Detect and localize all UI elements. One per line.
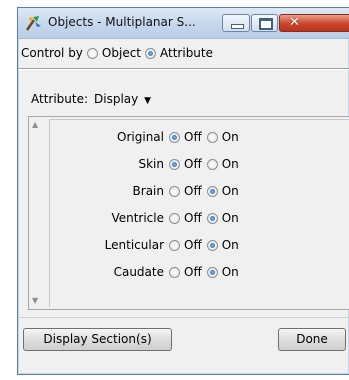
on-label[interactable]: On (222, 130, 239, 144)
radio-on[interactable] (206, 158, 218, 170)
object-name: Skin (138, 157, 164, 171)
objects-list: Original Off On Skin Off On Brain Off On… (49, 119, 349, 307)
objects-panel: ▲ ▼ Original Off On Skin Off On Brain Of… (28, 116, 349, 310)
off-label[interactable]: Off (184, 130, 202, 144)
object-row-ventricle: Ventricle Off On (50, 207, 349, 229)
radio-on[interactable] (206, 239, 218, 251)
object-row-skin: Skin Off On (50, 153, 349, 175)
object-row-lenticular: Lenticular Off On (50, 234, 349, 256)
minimize-button[interactable] (222, 14, 250, 32)
scroll-up-arrow-icon[interactable]: ▲ (32, 120, 38, 129)
radio-off[interactable] (169, 266, 180, 278)
radio-off[interactable] (169, 131, 180, 143)
on-label[interactable]: On (222, 211, 239, 225)
control-by-label: Control by (21, 46, 83, 60)
radio-attribute[interactable] (145, 47, 157, 59)
off-label[interactable]: Off (184, 184, 202, 198)
divider (18, 68, 349, 70)
radio-off[interactable] (169, 158, 180, 170)
scrollbar[interactable]: ▲ ▼ (29, 117, 47, 309)
attribute-value[interactable]: Display (94, 92, 138, 106)
radio-on[interactable] (206, 266, 218, 278)
attribute-row: Attribute: Display ▼ (31, 92, 151, 106)
attribute-dropdown[interactable]: Display ▼ (94, 92, 151, 106)
object-name: Lenticular (104, 238, 164, 252)
radio-off[interactable] (169, 212, 180, 224)
done-button[interactable]: Done (278, 328, 346, 351)
object-row-original: Original Off On (50, 126, 349, 148)
off-label[interactable]: Off (184, 211, 202, 225)
display-sections-button[interactable]: Display Section(s) (23, 328, 172, 351)
radio-on[interactable] (206, 131, 218, 143)
off-label[interactable]: Off (184, 265, 202, 279)
radio-on[interactable] (206, 212, 218, 224)
dropdown-arrow-icon[interactable]: ▼ (144, 96, 151, 106)
divider (18, 317, 349, 318)
off-label[interactable]: Off (184, 157, 202, 171)
object-row-brain: Brain Off On (50, 180, 349, 202)
off-label[interactable]: Off (184, 238, 202, 252)
radio-on[interactable] (206, 185, 218, 197)
maximize-button[interactable] (251, 14, 278, 32)
tool-icon (25, 16, 41, 31)
close-icon: ✕ (289, 15, 300, 30)
object-name: Brain (132, 184, 164, 198)
object-name: Ventricle (111, 211, 164, 225)
radio-off[interactable] (169, 239, 180, 251)
on-label[interactable]: On (222, 157, 239, 171)
on-label[interactable]: On (222, 184, 239, 198)
window-title: Objects - Multiplanar S... (48, 15, 196, 29)
scroll-down-arrow-icon[interactable]: ▼ (32, 296, 38, 305)
attribute-label: Attribute: (31, 92, 89, 106)
radio-attribute-label[interactable]: Attribute (160, 46, 213, 60)
radio-object-label[interactable]: Object (102, 46, 141, 60)
close-button[interactable]: ✕ (279, 14, 349, 32)
control-by-row: Control by Object Attribute (21, 42, 213, 64)
object-row-caudate: Caudate Off On (50, 261, 349, 283)
object-name: Caudate (113, 265, 164, 279)
objects-window: Objects - Multiplanar S... ✕ Control by … (17, 7, 349, 375)
radio-off[interactable] (169, 185, 180, 197)
on-label[interactable]: On (222, 265, 239, 279)
title-bar[interactable]: Objects - Multiplanar S... ✕ (18, 8, 349, 39)
on-label[interactable]: On (222, 238, 239, 252)
radio-object[interactable] (86, 47, 98, 59)
object-name: Original (117, 130, 164, 144)
